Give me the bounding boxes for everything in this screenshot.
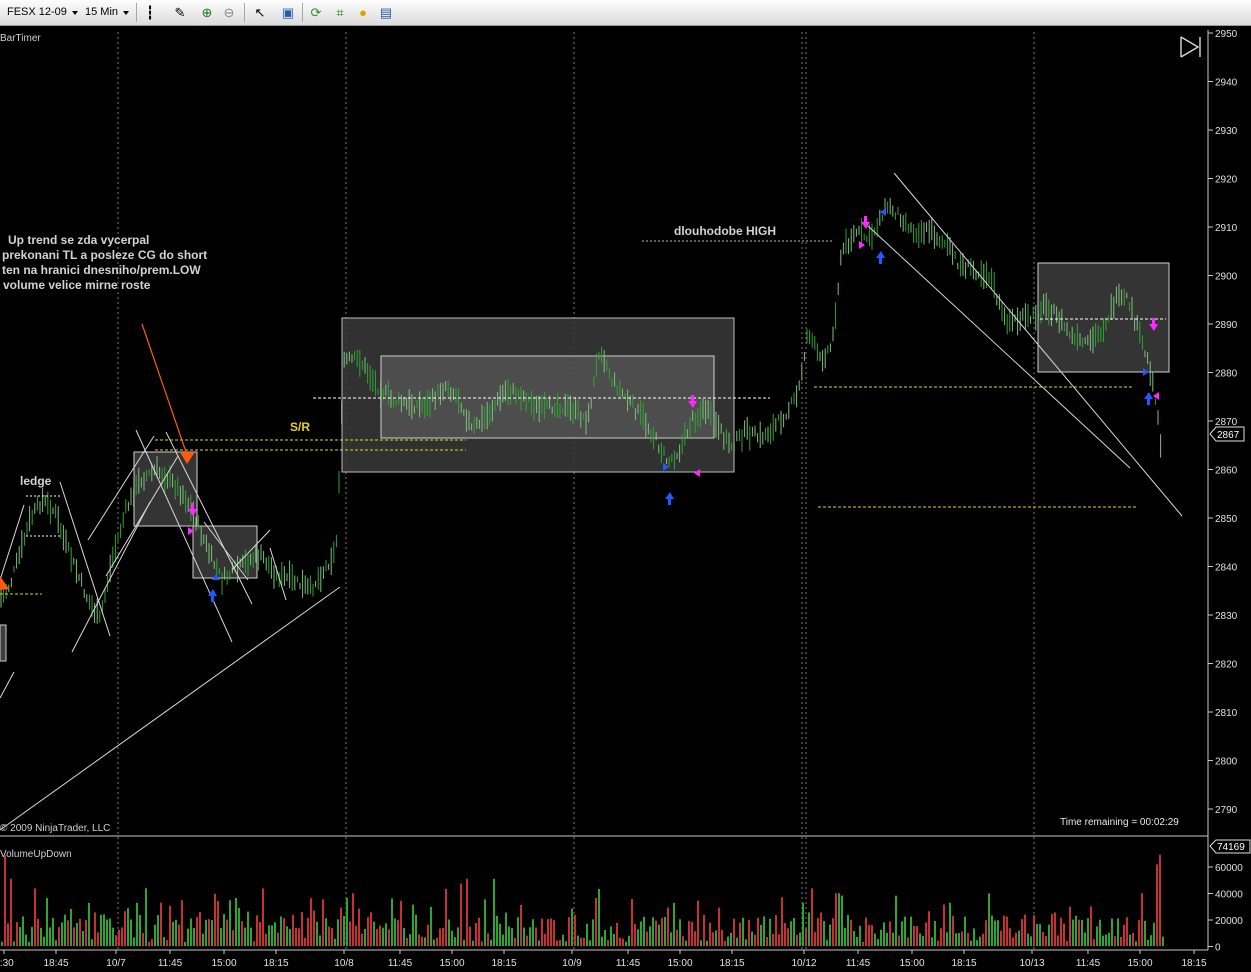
range-box-inner[interactable] (380, 355, 715, 439)
toolbar-separator (244, 3, 245, 22)
time-tick-label: 18:15 (263, 958, 288, 969)
volume-tick-label: 20000 (1215, 916, 1243, 927)
price-tick-label: 2870 (1215, 417, 1238, 428)
time-tick-label: 18:15 (719, 958, 744, 969)
chart-properties-icon[interactable]: ⌗ (330, 3, 350, 22)
time-tick-label: 15:00 (1127, 958, 1152, 969)
time-tick-label: 11:45 (846, 958, 871, 969)
price-tick-label: 2890 (1215, 320, 1238, 331)
data-box-icon[interactable]: ▣ (278, 3, 298, 22)
volume-tick-label: 0 (1215, 943, 1221, 954)
range-box-right[interactable] (1037, 262, 1170, 373)
time-tick-label: 15:00 (667, 958, 692, 969)
uptrend-note-line-2[interactable]: prekonani TL a posleze CG do short (2, 248, 207, 262)
properties-grid-icon[interactable]: ▤ (376, 3, 396, 22)
price-tick-label: 2850 (1215, 514, 1238, 525)
price-tick-label: 2790 (1215, 805, 1238, 816)
price-tick-label: 2950 (1215, 29, 1238, 40)
last-volume-badge: 74169 (1209, 839, 1251, 854)
toolbar-separator (136, 3, 137, 22)
bartimer-label: BarTimer (0, 33, 41, 44)
time-tick-label: 18:15 (491, 958, 516, 969)
toolbar-separator (302, 3, 303, 22)
price-tick-label: 2840 (1215, 563, 1238, 574)
cursor-icon[interactable]: ↖ (250, 3, 270, 22)
time-tick-label: 15:00 (439, 958, 464, 969)
volume-tick-label: 60000 (1215, 863, 1243, 874)
chart-toolbar: FESX 12-09 15 Min ┇ ✎ ⊕ ⊖ ↖ ▣ ⟳ ⌗ ● ▤ (0, 0, 1251, 26)
time-tick-label: 15:00 (211, 958, 236, 969)
sr-label[interactable]: S/R (290, 420, 310, 434)
price-tick-label: 2930 (1215, 126, 1238, 137)
time-tick-label: 11:45 (616, 958, 641, 969)
current-price-badge: 2867 (1209, 426, 1245, 442)
time-tick-label: 18:45 (43, 958, 68, 969)
time-tick-label: 18:15 (951, 958, 976, 969)
time-tick-label: 10/8 (334, 958, 354, 969)
range-box-edge[interactable] (0, 624, 7, 662)
draw-pencil-icon[interactable]: ✎ (170, 3, 190, 22)
time-tick-label: 11:45 (388, 958, 413, 969)
coin-icon[interactable]: ● (353, 3, 373, 22)
price-tick-label: 2900 (1215, 272, 1238, 283)
copyright-text: © 2009 NinjaTrader, LLC (0, 823, 110, 834)
time-tick-label: 5:30 (0, 958, 14, 969)
current-price-value: 2867 (1217, 430, 1240, 441)
time-remaining-text: Time remaining = 00:02:29 (1060, 817, 1179, 828)
price-tick-label: 2820 (1215, 660, 1238, 671)
price-tick-label: 2920 (1215, 175, 1238, 186)
price-tick-label: 2880 (1215, 369, 1238, 380)
price-tick-label: 2830 (1215, 611, 1238, 622)
bar-style-icon[interactable]: ┇ (140, 3, 160, 22)
time-tick-label: 10/9 (562, 958, 582, 969)
volume-tick-label: 40000 (1215, 890, 1243, 901)
uptrend-note-line-1[interactable]: Up trend se zda vycerpal (8, 233, 149, 247)
price-tick-label: 2810 (1215, 708, 1238, 719)
uptrend-note-line-3[interactable]: ten na hranici dnesniho/prem.LOW (2, 263, 201, 277)
refresh-icon[interactable]: ⟳ (306, 3, 326, 22)
price-tick-label: 2800 (1215, 757, 1238, 768)
high-label[interactable]: dlouhodobe HIGH (674, 224, 776, 238)
time-tick-label: 18:15 (1181, 958, 1206, 969)
price-tick-label: 2940 (1215, 78, 1238, 89)
interval-selector[interactable]: 15 Min (82, 3, 132, 22)
instrument-selector[interactable]: FESX 12-09 (4, 3, 81, 22)
zoom-in-icon[interactable]: ⊕ (197, 3, 217, 22)
time-tick-label: 11:45 (1076, 958, 1101, 969)
time-tick-label: 15:00 (899, 958, 924, 969)
time-tick-label: 11:45 (158, 958, 183, 969)
last-volume-value: 74169 (1217, 842, 1245, 853)
time-tick-label: 10/13 (1019, 958, 1044, 969)
price-tick-label: 2860 (1215, 466, 1238, 477)
ledge-label[interactable]: ledge (20, 474, 52, 488)
time-tick-label: 10/7 (106, 958, 126, 969)
volume-indicator-label: VolumeUpDown (0, 849, 72, 860)
price-chart[interactable]: Up trend se zda vycerpal prekonani TL a … (0, 26, 1251, 972)
uptrend-note-line-4[interactable]: volume velice mirne roste (3, 278, 151, 292)
time-tick-label: 10/12 (791, 958, 816, 969)
price-tick-label: 2910 (1215, 223, 1238, 234)
zoom-out-icon[interactable]: ⊖ (219, 3, 239, 22)
